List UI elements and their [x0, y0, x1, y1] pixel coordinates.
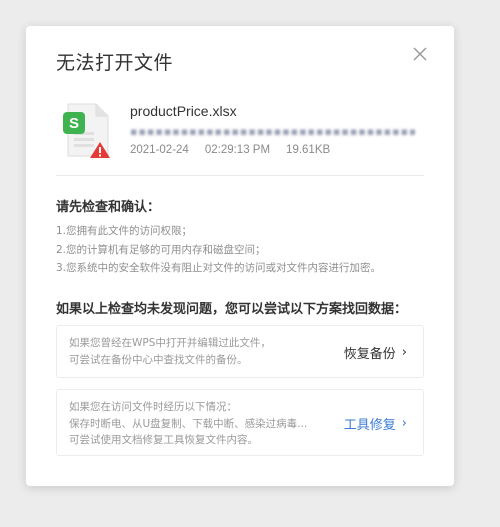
check-item: 3.您系统中的安全软件没有阻止对文件的访问或对文件内容进行加密。 — [56, 262, 382, 274]
restore-backup-option[interactable]: 如果您曾经在WPS中打开并编辑过此文件， 可尝试在备份中心中查找文件的备份。 恢… — [56, 325, 424, 378]
file-meta: 2021-02-24 02:29:13 PM 19.61KB — [130, 144, 346, 156]
check-title: 请先检查和确认： — [56, 200, 161, 215]
file-size: 19.61KB — [286, 144, 331, 156]
file-date: 2021-02-24 — [130, 144, 189, 156]
chevron-right-icon: › — [401, 416, 407, 431]
check-item: 1.您拥有此文件的访问权限； — [56, 225, 193, 237]
check-list: 1.您拥有此文件的访问权限； 2.您的计算机有足够的可用内存和磁盘空间； 3.您… — [56, 222, 381, 278]
check-item: 2.您的计算机有足够的可用内存和磁盘空间； — [56, 243, 266, 256]
file-name: productPrice.xlsx — [130, 103, 237, 119]
file-time: 02:29:13 PM — [204, 144, 271, 156]
svg-text:S: S — [69, 115, 79, 132]
recover-title: 如果以上检查均未发现问题，您可以尝试以下方案找回数据： — [56, 302, 408, 317]
repair-tool-button[interactable]: 工具修复 › — [344, 414, 407, 433]
option-description: 如果您曾经在WPS中打开并编辑过此文件， 可尝试在备份中心中查找文件的备份。 — [69, 337, 271, 366]
option-description: 如果您在访问文件时经历以下情况： 保存时断电、从U盘复制、下载中断、感染过病毒.… — [69, 401, 308, 446]
file-path-redacted: ▪▪▪▪▪▪▪▪▪▪▪▪▪▪▪▪▪▪▪▪▪▪▪▪▪▪▪▪▪▪▪▪▪▪ — [130, 125, 415, 137]
repair-tool-option[interactable]: 如果您在访问文件时经历以下情况： 保存时断电、从U盘复制、下载中断、感染过病毒.… — [56, 389, 424, 456]
dialog-title: 无法打开文件 — [56, 52, 174, 74]
close-icon[interactable] — [410, 44, 430, 64]
restore-backup-button[interactable]: 恢复备份 › — [344, 343, 407, 362]
divider — [56, 175, 424, 176]
open-file-error-dialog: 无法打开文件 S productPrice.xlsx ▪▪▪▪▪▪▪▪▪▪▪▪▪… — [26, 26, 454, 486]
spreadsheet-file-warning-icon: S — [63, 103, 110, 158]
chevron-right-icon: › — [401, 345, 407, 360]
